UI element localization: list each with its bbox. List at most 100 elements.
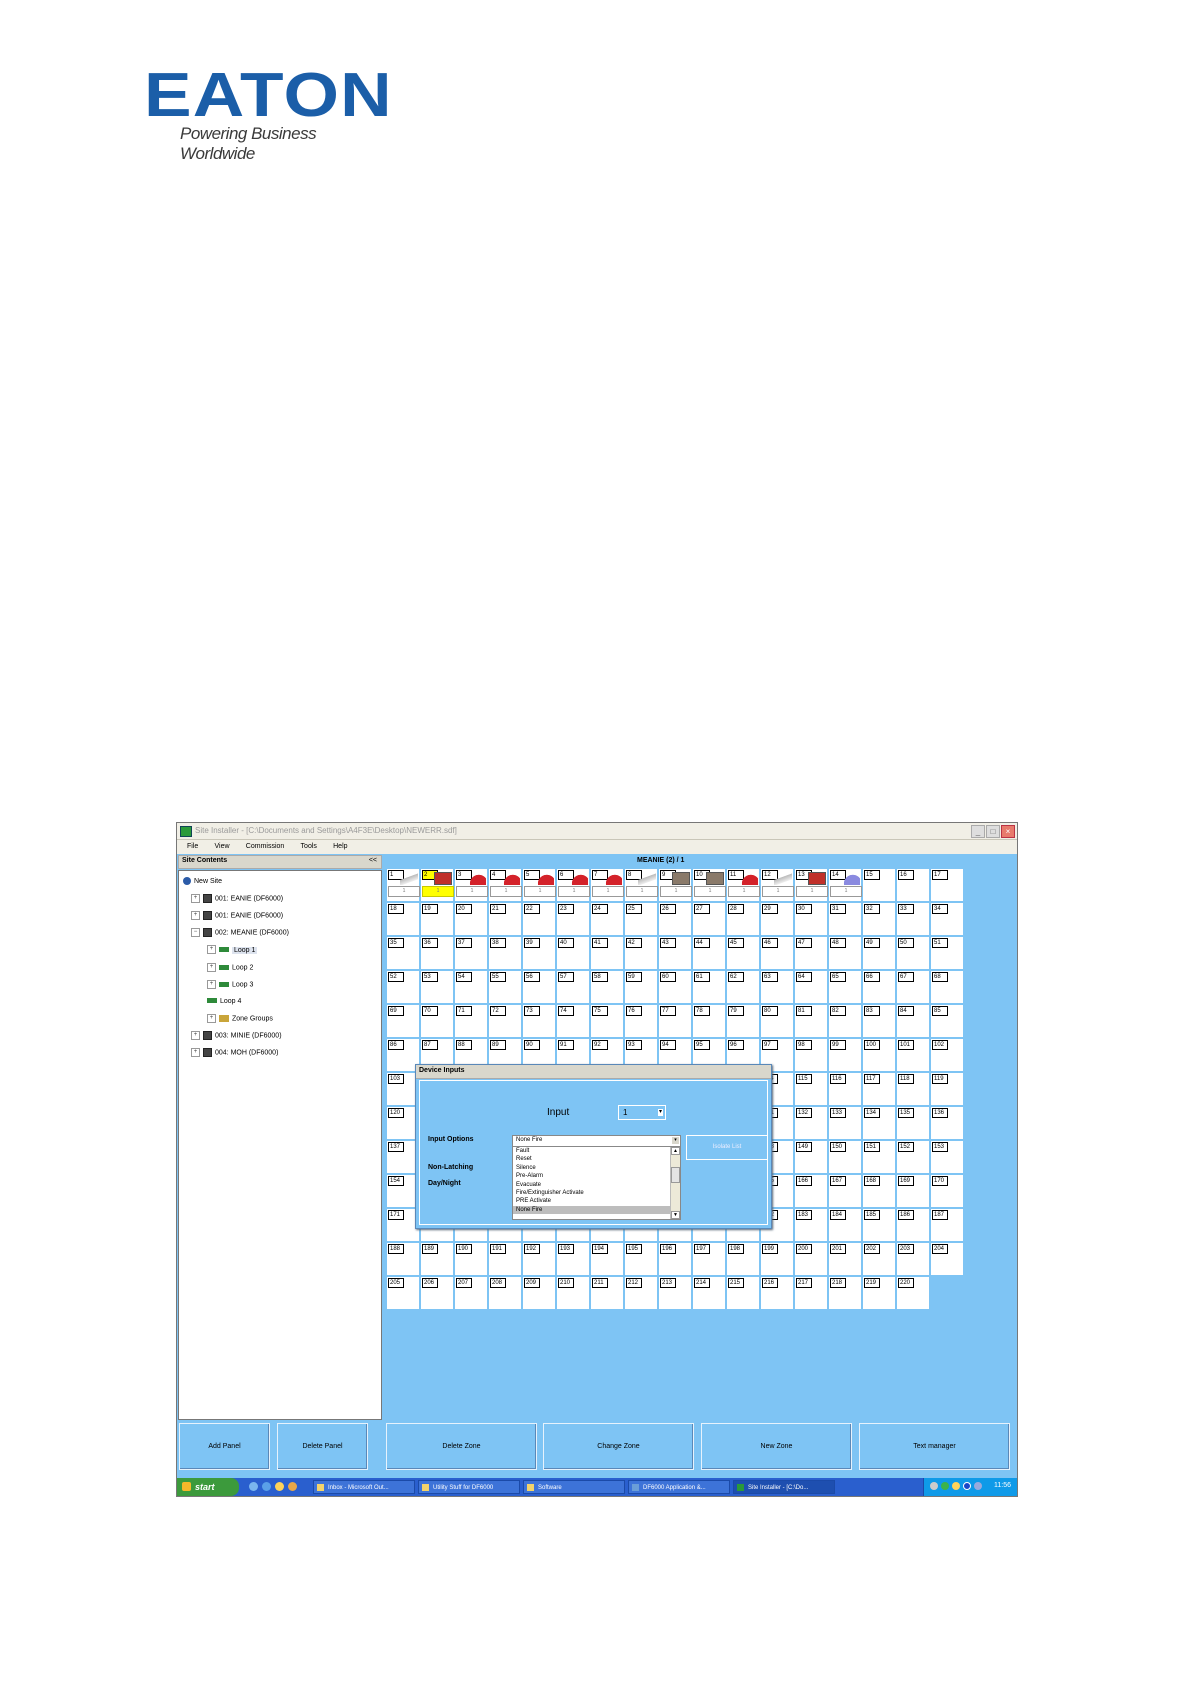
- address-cell[interactable]: 210: [556, 1276, 590, 1310]
- close-button[interactable]: ×: [1001, 825, 1015, 838]
- address-cell[interactable]: 74: [556, 1004, 590, 1038]
- address-cell[interactable]: 80: [760, 1004, 794, 1038]
- address-cell[interactable]: 117: [862, 1072, 896, 1106]
- address-cell[interactable]: 84: [896, 1004, 930, 1038]
- taskbar-item-df6000[interactable]: DF6000 Application &...: [628, 1480, 730, 1494]
- address-cell[interactable]: 169: [896, 1174, 930, 1208]
- address-cell[interactable]: 207: [454, 1276, 488, 1310]
- taskbar-item-software[interactable]: Software: [523, 1480, 625, 1494]
- address-cell[interactable]: 131: [794, 868, 828, 902]
- bluetooth-icon[interactable]: [963, 1482, 971, 1490]
- scroll-thumb[interactable]: [671, 1167, 680, 1183]
- address-cell[interactable]: 62: [726, 970, 760, 1004]
- address-cell[interactable]: 219: [862, 1276, 896, 1310]
- address-cell[interactable]: 188: [386, 1242, 420, 1276]
- address-cell[interactable]: 135: [896, 1106, 930, 1140]
- address-cell[interactable]: 168: [862, 1174, 896, 1208]
- address-cell[interactable]: 196: [658, 1242, 692, 1276]
- address-cell[interactable]: 51: [930, 936, 964, 970]
- expand-toggle-icon[interactable]: +: [191, 894, 200, 904]
- address-cell[interactable]: 41: [488, 868, 522, 902]
- address-cell[interactable]: 71: [454, 1004, 488, 1038]
- address-cell[interactable]: 204: [930, 1242, 964, 1276]
- collapse-panel-button[interactable]: <<: [369, 857, 377, 864]
- address-cell[interactable]: 195: [624, 1242, 658, 1276]
- address-cell[interactable]: 192: [522, 1242, 556, 1276]
- address-cell[interactable]: 216: [760, 1276, 794, 1310]
- tree-item[interactable]: Loop 4: [207, 997, 241, 1007]
- option-item[interactable]: Pre-Alarm: [516, 1172, 543, 1180]
- address-cell[interactable]: 101: [692, 868, 726, 902]
- address-cell[interactable]: 41: [590, 936, 624, 970]
- address-cell[interactable]: 214: [692, 1276, 726, 1310]
- address-cell[interactable]: 54: [454, 970, 488, 1004]
- address-cell[interactable]: 200: [794, 1242, 828, 1276]
- option-item[interactable]: Evacuate: [516, 1181, 541, 1189]
- address-cell[interactable]: 190: [454, 1242, 488, 1276]
- address-cell[interactable]: 83: [862, 1004, 896, 1038]
- option-item[interactable]: Fire/Extinguisher Activate: [516, 1189, 584, 1197]
- address-cell[interactable]: 60: [658, 970, 692, 1004]
- address-cell[interactable]: 102: [930, 1038, 964, 1072]
- network-icon[interactable]: [930, 1482, 938, 1490]
- address-cell[interactable]: 15: [862, 868, 896, 902]
- address-cell[interactable]: 25: [624, 902, 658, 936]
- address-cell[interactable]: 134: [862, 1106, 896, 1140]
- address-cell[interactable]: 27: [692, 902, 726, 936]
- taskbar-item-utility[interactable]: Utility Stuff for DF6000: [418, 1480, 520, 1494]
- expand-toggle-icon[interactable]: −: [191, 928, 200, 938]
- tree-item[interactable]: + Loop 1: [207, 945, 258, 955]
- address-cell[interactable]: 52: [386, 970, 420, 1004]
- address-cell[interactable]: 19: [420, 902, 454, 936]
- address-cell[interactable]: 18: [386, 902, 420, 936]
- address-cell[interactable]: 21: [488, 902, 522, 936]
- address-cell[interactable]: 199: [760, 1242, 794, 1276]
- address-cell[interactable]: 55: [488, 970, 522, 1004]
- address-cell[interactable]: 194: [590, 1242, 624, 1276]
- address-cell[interactable]: 215: [726, 1276, 760, 1310]
- volume-icon[interactable]: [974, 1482, 982, 1490]
- address-cell[interactable]: 48: [828, 936, 862, 970]
- address-cell[interactable]: 59: [624, 970, 658, 1004]
- option-item[interactable]: PRE Activate: [516, 1197, 551, 1205]
- address-cell[interactable]: 16: [896, 868, 930, 902]
- minimize-button[interactable]: _: [971, 825, 985, 838]
- address-cell[interactable]: 61: [692, 970, 726, 1004]
- address-cell[interactable]: 35: [386, 936, 420, 970]
- address-cell[interactable]: 67: [896, 970, 930, 1004]
- address-cell[interactable]: 151: [862, 1140, 896, 1174]
- address-cell[interactable]: 213: [658, 1276, 692, 1310]
- address-cell[interactable]: 40: [556, 936, 590, 970]
- taskbar-item-site-installer[interactable]: Site Installer - [C:\Do...: [733, 1480, 835, 1494]
- address-cell[interactable]: 64: [794, 970, 828, 1004]
- address-cell[interactable]: 186: [896, 1208, 930, 1242]
- address-cell[interactable]: 49: [862, 936, 896, 970]
- address-cell[interactable]: 150: [828, 1140, 862, 1174]
- delete-zone-button[interactable]: Delete Zone: [386, 1423, 537, 1470]
- expand-toggle-icon[interactable]: +: [207, 945, 216, 955]
- address-cell[interactable]: 29: [760, 902, 794, 936]
- address-cell[interactable]: 65: [828, 970, 862, 1004]
- address-cell[interactable]: 68: [930, 970, 964, 1004]
- address-cell[interactable]: 37: [454, 936, 488, 970]
- add-panel-button[interactable]: Add Panel: [179, 1423, 270, 1470]
- address-cell[interactable]: 76: [624, 1004, 658, 1038]
- chevron-down-icon[interactable]: ▾: [658, 1109, 663, 1116]
- tree-item[interactable]: +001: EANIE (DF6000): [191, 894, 283, 904]
- address-cell[interactable]: 141: [828, 868, 862, 902]
- menu-view[interactable]: View: [215, 840, 230, 854]
- address-cell[interactable]: 22: [522, 902, 556, 936]
- address-cell[interactable]: 149: [794, 1140, 828, 1174]
- address-cell[interactable]: 36: [420, 936, 454, 970]
- option-item[interactable]: None Fire: [513, 1205, 672, 1214]
- expand-toggle-icon[interactable]: +: [191, 911, 200, 921]
- address-cell[interactable]: 99: [828, 1038, 862, 1072]
- media-icon[interactable]: [288, 1482, 297, 1491]
- address-cell[interactable]: 206: [420, 1276, 454, 1310]
- address-cell[interactable]: 132: [794, 1106, 828, 1140]
- address-cell[interactable]: 220: [896, 1276, 930, 1310]
- address-cell[interactable]: 184: [828, 1208, 862, 1242]
- input-options-list[interactable]: None Fire PRE Activate Fire/Extinguisher A…: [512, 1146, 681, 1220]
- expand-toggle-icon[interactable]: +: [207, 962, 216, 972]
- address-cell[interactable]: 152: [896, 1140, 930, 1174]
